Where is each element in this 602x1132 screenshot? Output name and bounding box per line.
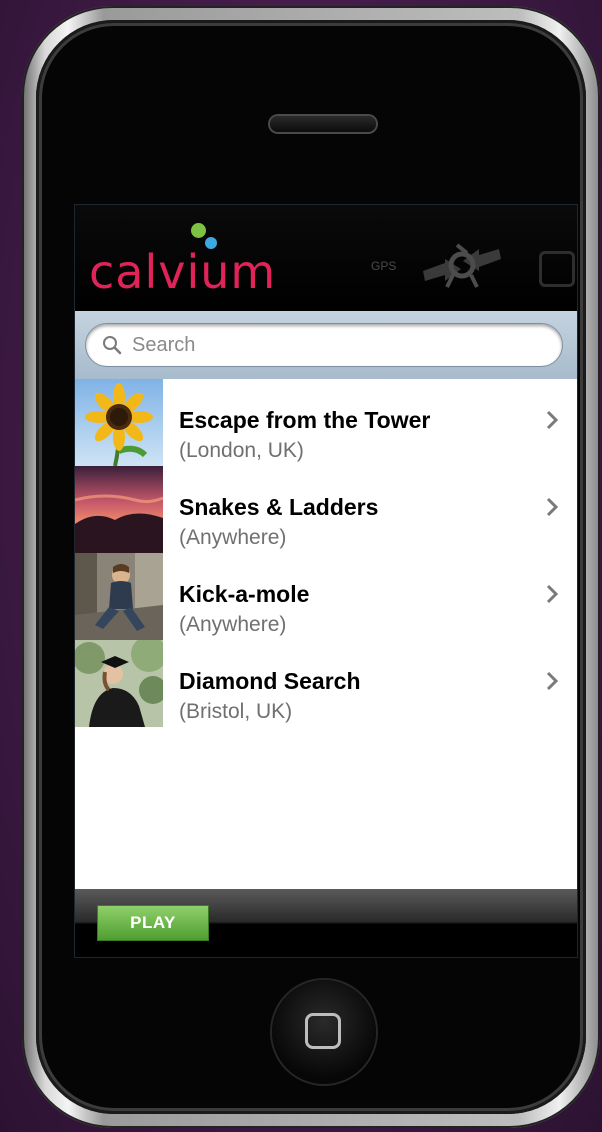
gps-label: GPS — [371, 259, 397, 273]
chevron-right-icon — [546, 671, 559, 691]
home-square-icon — [305, 1013, 341, 1049]
search-placeholder: Search — [132, 334, 196, 356]
sunflower-thumbnail — [75, 379, 163, 466]
search-icon — [103, 336, 122, 355]
chevron-right-icon — [546, 497, 559, 517]
game-title: Snakes & Ladders — [179, 494, 379, 520]
options-box-icon[interactable] — [539, 251, 575, 287]
app-header: calvium GPS — [75, 205, 577, 311]
list-item[interactable]: Escape from the Tower (London, UK) — [75, 379, 577, 467]
game-location: (Anywhere) — [179, 526, 287, 549]
search-bar: Search — [75, 311, 577, 380]
empty-list-row — [75, 727, 577, 815]
list-item[interactable]: Diamond Search (Bristol, UK) — [75, 640, 577, 728]
play-button[interactable]: PLAY — [97, 905, 209, 941]
chevron-right-icon — [546, 584, 559, 604]
game-title: Diamond Search — [179, 668, 361, 694]
game-title: Escape from the Tower — [179, 407, 431, 433]
gps-satellite-icon[interactable] — [417, 233, 507, 297]
list-item[interactable]: Kick-a-mole (Anywhere) — [75, 553, 577, 641]
empty-list-row — [75, 814, 577, 901]
game-location: (Anywhere) — [179, 613, 287, 636]
game-list: Escape from the Tower (London, UK) Snake… — [75, 379, 577, 901]
earpiece-speaker — [270, 116, 376, 132]
game-location: (London, UK) — [179, 439, 304, 462]
chevron-right-icon — [546, 410, 559, 430]
sunset-thumbnail — [75, 466, 163, 553]
app-screen: calvium GPS Search Escape from the Tower… — [74, 204, 578, 958]
home-button[interactable] — [272, 980, 376, 1084]
graduate-thumbnail — [75, 640, 163, 727]
person-sitting-thumbnail — [75, 553, 163, 640]
search-input[interactable]: Search — [85, 323, 563, 367]
list-item[interactable]: Snakes & Ladders (Anywhere) — [75, 466, 577, 554]
game-title: Kick-a-mole — [179, 581, 310, 607]
logo-dot-green — [191, 223, 206, 238]
calvium-logo: calvium — [89, 245, 277, 299]
bottom-toolbar: PLAY — [75, 889, 577, 957]
game-location: (Bristol, UK) — [179, 700, 293, 723]
